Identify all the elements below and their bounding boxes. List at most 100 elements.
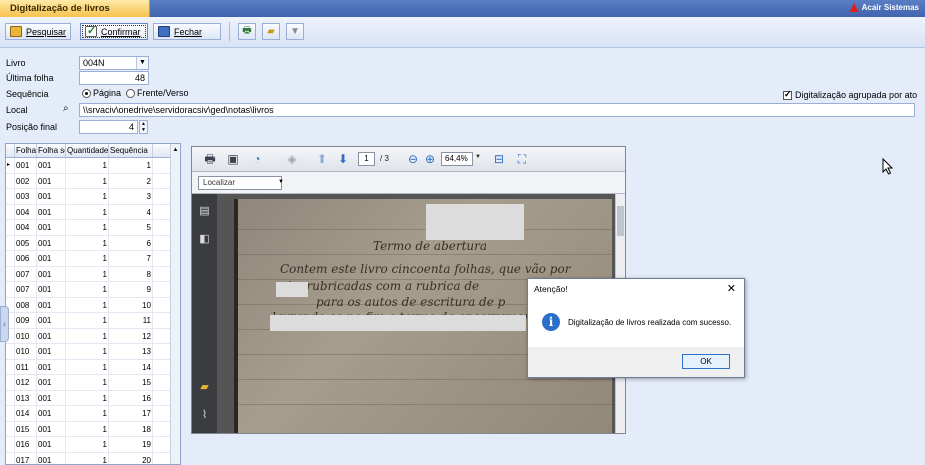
zoom-out-icon[interactable]: ⊖ [405, 152, 421, 167]
table-row[interactable]: 012 001 1 15 [6, 375, 180, 391]
table-row[interactable]: 003 001 1 3 [6, 189, 180, 205]
row-indicator [6, 344, 15, 359]
brand-name: Acair Sistemas [861, 3, 919, 12]
zoom-input[interactable]: 64,4% [441, 152, 473, 166]
table-row[interactable]: 014 001 1 17 [6, 406, 180, 422]
cell-folha: 011 [15, 359, 37, 374]
fit-width-icon[interactable]: ⊟ [491, 152, 507, 167]
table-row[interactable]: 007 001 1 9 [6, 282, 180, 298]
row-indicator: ▸ [6, 158, 15, 173]
cell-folha: 014 [15, 406, 37, 421]
share-icon[interactable]: ◔ [249, 152, 265, 167]
cell-quantidade: 1 [66, 297, 109, 312]
cell-folha: 017 [15, 452, 37, 464]
cell-folha-seq: 001 [37, 189, 66, 204]
table-row[interactable]: ▸ 001 001 1 1 [6, 158, 180, 174]
table-row[interactable]: 017 001 1 20 [6, 452, 180, 464]
cell-sequencia: 10 [109, 297, 153, 312]
table-row[interactable]: 009 001 1 11 [6, 313, 180, 329]
row-indicator [6, 452, 15, 464]
comments-panel-icon[interactable]: ▰ [197, 380, 212, 395]
posicao-final-stepper[interactable]: ▲ ▼ [139, 120, 148, 134]
prev-page-icon[interactable]: ⬆ [314, 152, 330, 167]
next-page-icon[interactable]: ⬇ [335, 152, 351, 167]
zoom-dropdown-icon[interactable]: ▼ [475, 154, 481, 160]
cell-quantidade: 1 [66, 375, 109, 390]
cell-folha: 003 [15, 189, 37, 204]
radio-pagina[interactable]: Página [82, 88, 121, 99]
grid-scrollbar[interactable]: ▲ [170, 144, 180, 464]
table-row[interactable]: 010 001 1 12 [6, 328, 180, 344]
window-tab[interactable]: Digitalização de livros [0, 0, 150, 17]
page-number-input[interactable]: 1 [358, 152, 375, 166]
filter-button[interactable]: ▼ [286, 23, 304, 40]
livro-select[interactable]: 004N ▼ [79, 56, 149, 70]
cell-quantidade: 1 [66, 359, 109, 374]
table-row[interactable]: 015 001 1 18 [6, 421, 180, 437]
paperclip-icon[interactable]: ⌇ [197, 408, 212, 423]
scroll-up-icon[interactable]: ▲ [171, 144, 180, 156]
cell-folha: 007 [15, 282, 37, 297]
close-button[interactable]: Fechar [153, 23, 221, 40]
col-header-folha[interactable]: Folha [15, 144, 37, 157]
col-header-sequencia[interactable]: Sequência [109, 144, 153, 157]
table-row[interactable]: 004 001 1 4 [6, 204, 180, 220]
livro-value: 004N [83, 58, 105, 68]
table-row[interactable]: 007 001 1 8 [6, 266, 180, 282]
zoom-in-icon[interactable]: ⊕ [422, 152, 438, 167]
cell-folha-seq: 001 [37, 313, 66, 328]
binoculars-icon[interactable]: ⌕ [63, 103, 69, 114]
page-total: / 3 [380, 154, 389, 163]
table-row[interactable]: 016 001 1 19 [6, 437, 180, 453]
ultima-folha-field[interactable]: 48 [79, 71, 149, 85]
attachments-panel-icon[interactable]: ◧ [197, 232, 212, 247]
close-icon[interactable]: ✕ [727, 282, 736, 295]
table-row[interactable]: 002 001 1 2 [6, 173, 180, 189]
fullscreen-icon[interactable]: ⛶ [514, 152, 530, 167]
find-dropdown-icon[interactable]: ▼ [278, 179, 284, 185]
attention-dialog: Atenção! ✕ i Digitalização de livros rea… [527, 278, 745, 378]
ok-button[interactable]: OK [682, 354, 730, 369]
table-row[interactable]: 010 001 1 13 [6, 344, 180, 360]
save-icon[interactable]: ▣ [225, 152, 241, 167]
table-row[interactable]: 006 001 1 7 [6, 251, 180, 267]
col-header-folha-seq[interactable]: Folha seq. [37, 144, 66, 157]
table-row[interactable]: 004 001 1 5 [6, 220, 180, 236]
table-row[interactable]: 008 001 1 10 [6, 297, 180, 313]
cell-folha-seq: 001 [37, 344, 66, 359]
pages-panel-icon[interactable]: ▤ [197, 204, 212, 219]
agrupada-checkbox[interactable]: Digitalização agrupada por ato [783, 89, 917, 101]
cell-folha: 008 [15, 297, 37, 312]
comment-icon[interactable]: ◈ [284, 152, 300, 167]
cell-folha-seq: 001 [37, 173, 66, 188]
row-indicator [6, 282, 15, 297]
cell-folha: 006 [15, 251, 37, 266]
splitter-chevron-left-icon[interactable]: ‹ [0, 306, 9, 342]
col-header-quantidade[interactable]: Quantidade [66, 144, 109, 157]
table-row[interactable]: 013 001 1 16 [6, 390, 180, 406]
scroll-thumb[interactable] [617, 206, 624, 236]
ruled-line [238, 379, 612, 380]
find-input[interactable]: Localizar [198, 176, 282, 190]
radio-frente-verso[interactable]: Frente/Verso [126, 88, 189, 99]
confirm-button[interactable]: Confirmar [80, 23, 148, 40]
confirm-button-label: Confirmar [101, 26, 141, 37]
open-folder-button[interactable]: ▰ [262, 23, 280, 40]
search-icon [10, 26, 22, 37]
manuscript-line: Termo de abertura [373, 239, 488, 253]
local-path-field[interactable]: \\srvaciv\onedrive\servidoracsiv\ged\not… [79, 103, 915, 117]
cell-sequencia: 11 [109, 313, 153, 328]
title-bar: Digitalização de livros Acair Sistemas [0, 0, 925, 17]
chevron-down-icon[interactable]: ▼ [136, 57, 148, 69]
radio-frente-verso-label: Frente/Verso [137, 88, 189, 98]
dialog-body: i Digitalização de livros realizada com … [528, 298, 744, 348]
posicao-final-field[interactable]: 4 [79, 120, 138, 134]
print-icon[interactable]: 🖶 [202, 152, 218, 167]
table-row[interactable]: 005 001 1 6 [6, 235, 180, 251]
manuscript-line: Contem este livro cincoenta folhas, que … [280, 262, 571, 276]
search-button[interactable]: Pesquisar [5, 23, 71, 40]
cell-folha-seq: 001 [37, 220, 66, 235]
row-indicator [6, 235, 15, 250]
table-row[interactable]: 011 001 1 14 [6, 359, 180, 375]
scanner-button[interactable]: 🖶 [238, 23, 256, 40]
